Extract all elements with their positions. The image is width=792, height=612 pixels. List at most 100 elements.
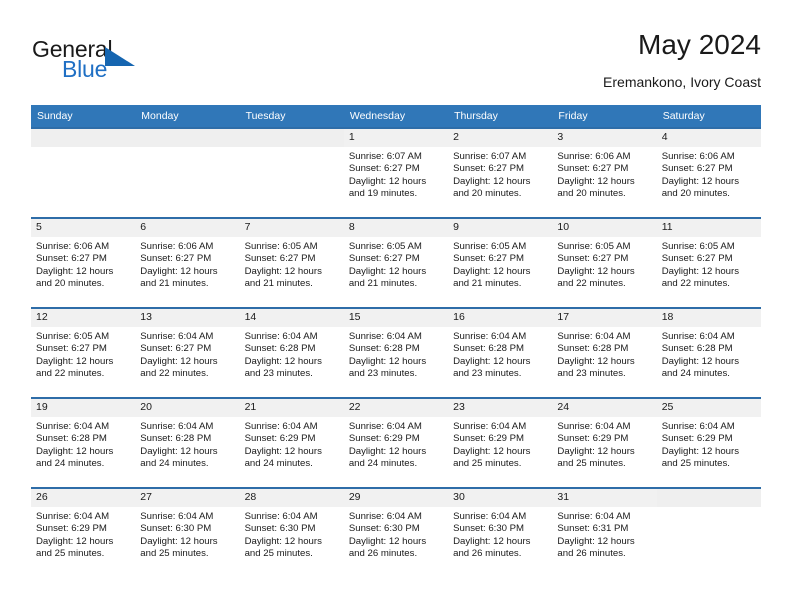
sunset-text: Sunset: 6:27 PM: [453, 163, 525, 175]
sunset-text: Sunset: 6:29 PM: [661, 433, 733, 445]
sunset-text: Sunset: 6:31 PM: [557, 523, 629, 535]
weekday-header-wednesday: Wednesday: [343, 105, 449, 128]
calendar-day-cell[interactable]: 13 Sunrise: 6:04 AM Sunset: 6:27 PM Dayligh…: [135, 307, 240, 398]
daylight-text-line1: Daylight: 12 hours: [348, 175, 427, 187]
daylight-text-line2: and 23 minutes.: [453, 368, 522, 380]
sunset-text: Sunset: 6:29 PM: [557, 433, 629, 445]
calendar-week-row: 19 Sunrise: 6:04 AM Sunset: 6:28 PM Dayligh…: [31, 397, 761, 488]
sunrise-text: Sunrise: 6:04 AM: [140, 421, 214, 432]
calendar-day-cell[interactable]: 28 Sunrise: 6:04 AM Sunset: 6:30 PM Dayligh…: [239, 487, 344, 577]
daylight-text-line2: and 23 minutes.: [244, 368, 313, 380]
weekday-header-thursday: Thursday: [448, 105, 553, 128]
day-number: 20: [135, 399, 240, 417]
daylight-text-line2: and 25 minutes.: [140, 548, 209, 560]
calendar-day-cell[interactable]: 19 Sunrise: 6:04 AM Sunset: 6:28 PM Dayligh…: [31, 397, 136, 488]
calendar-day-cell[interactable]: 29 Sunrise: 6:04 AM Sunset: 6:30 PM Dayligh…: [343, 487, 449, 577]
calendar-day-cell[interactable]: 21 Sunrise: 6:04 AM Sunset: 6:29 PM Dayligh…: [239, 397, 344, 488]
daylight-text-line2: and 23 minutes.: [348, 368, 418, 380]
calendar-day-cell[interactable]: 9 Sunrise: 6:05 AM Sunset: 6:27 PM Daylight…: [448, 217, 553, 308]
calendar-day-cell[interactable]: 1 Sunrise: 6:07 AM Sunset: 6:27 PM Daylight…: [343, 127, 449, 218]
day-details: Sunrise: 6:04 AM Sunset: 6:29 PM Daylight:…: [344, 417, 448, 471]
weekday-header-sunday: Sunday: [31, 105, 136, 128]
calendar-week-row: 12 Sunrise: 6:05 AM Sunset: 6:27 PM Dayligh…: [31, 307, 761, 398]
day-details: Sunrise: 6:04 AM Sunset: 6:29 PM Daylight:…: [657, 417, 761, 471]
sunset-text: Sunset: 6:27 PM: [348, 163, 420, 175]
calendar-day-cell[interactable]: 8 Sunrise: 6:05 AM Sunset: 6:27 PM Daylight…: [343, 217, 449, 308]
day-details: Sunrise: 6:04 AM Sunset: 6:28 PM Daylight:…: [31, 417, 135, 471]
day-details: Sunrise: 6:05 AM Sunset: 6:27 PM Daylight:…: [552, 237, 656, 291]
daylight-text-line1: Daylight: 12 hours: [36, 265, 114, 277]
calendar-grid: Sunday Monday Tuesday Wednesday Thursday…: [31, 105, 761, 577]
calendar-day-cell[interactable]: 22 Sunrise: 6:04 AM Sunset: 6:29 PM Dayligh…: [343, 397, 449, 488]
daylight-text-line2: and 24 minutes.: [140, 458, 209, 470]
calendar-day-cell[interactable]: 6 Sunrise: 6:06 AM Sunset: 6:27 PM Daylight…: [135, 217, 240, 308]
brand-logo[interactable]: General Blue: [31, 36, 231, 92]
calendar-day-cell[interactable]: 30 Sunrise: 6:04 AM Sunset: 6:30 PM Dayligh…: [448, 487, 553, 577]
sunset-text: Sunset: 6:28 PM: [661, 343, 733, 355]
calendar-table: Sunday Monday Tuesday Wednesday Thursday…: [31, 105, 761, 577]
daylight-text-line2: and 22 minutes.: [661, 278, 730, 290]
calendar-day-cell[interactable]: 11 Sunrise: 6:05 AM Sunset: 6:27 PM Dayligh…: [656, 217, 761, 308]
calendar-day-cell[interactable]: 18 Sunrise: 6:04 AM Sunset: 6:28 PM Dayligh…: [656, 307, 761, 398]
sunset-text: Sunset: 6:28 PM: [453, 343, 525, 355]
brand-triangle-icon: [105, 47, 135, 66]
calendar-day-cell[interactable]: 15 Sunrise: 6:04 AM Sunset: 6:28 PM Dayligh…: [343, 307, 449, 398]
day-details: Sunrise: 6:05 AM Sunset: 6:27 PM Daylight:…: [344, 237, 448, 291]
calendar-day-cell[interactable]: 24 Sunrise: 6:04 AM Sunset: 6:29 PM Dayligh…: [552, 397, 657, 488]
calendar-day-cell[interactable]: 5 Sunrise: 6:06 AM Sunset: 6:27 PM Daylight…: [31, 217, 136, 308]
sunrise-text: Sunrise: 6:06 AM: [661, 151, 735, 162]
calendar-day-cell[interactable]: 4 Sunrise: 6:06 AM Sunset: 6:27 PM Daylight…: [656, 127, 761, 218]
daylight-text-line1: Daylight: 12 hours: [348, 265, 427, 277]
calendar-day-cell[interactable]: 27 Sunrise: 6:04 AM Sunset: 6:30 PM Dayligh…: [135, 487, 240, 577]
sunset-text: Sunset: 6:29 PM: [36, 523, 107, 535]
calendar-day-cell[interactable]: 16 Sunrise: 6:04 AM Sunset: 6:28 PM Dayligh…: [448, 307, 553, 398]
day-details: Sunrise: 6:06 AM Sunset: 6:27 PM Daylight:…: [135, 237, 239, 291]
calendar-day-cell[interactable]: 17 Sunrise: 6:04 AM Sunset: 6:28 PM Dayligh…: [552, 307, 657, 398]
day-number: 10: [552, 219, 657, 237]
daylight-text-line1: Daylight: 12 hours: [244, 355, 322, 367]
sunset-text: Sunset: 6:29 PM: [244, 433, 316, 445]
sunrise-text: Sunrise: 6:04 AM: [661, 421, 735, 432]
calendar-cell-empty: [656, 487, 761, 577]
sunset-text: Sunset: 6:27 PM: [557, 253, 629, 265]
calendar-day-cell[interactable]: 23 Sunrise: 6:04 AM Sunset: 6:29 PM Dayligh…: [448, 397, 553, 488]
sunset-text: Sunset: 6:27 PM: [661, 253, 733, 265]
sunrise-text: Sunrise: 6:05 AM: [661, 241, 735, 252]
calendar-day-cell[interactable]: 31 Sunrise: 6:04 AM Sunset: 6:31 PM Dayligh…: [552, 487, 657, 577]
day-details: Sunrise: 6:05 AM Sunset: 6:27 PM Daylight:…: [31, 327, 135, 381]
sunrise-text: Sunrise: 6:04 AM: [244, 421, 318, 432]
calendar-day-cell[interactable]: 2 Sunrise: 6:07 AM Sunset: 6:27 PM Daylight…: [448, 127, 553, 218]
daylight-text-line2: and 25 minutes.: [557, 458, 626, 470]
sunrise-text: Sunrise: 6:04 AM: [348, 511, 422, 522]
day-details: Sunrise: 6:04 AM Sunset: 6:29 PM Daylight:…: [448, 417, 552, 471]
calendar-week-row: 26 Sunrise: 6:04 AM Sunset: 6:29 PM Dayligh…: [31, 487, 761, 577]
day-number: 23: [448, 399, 553, 417]
sunrise-text: Sunrise: 6:04 AM: [557, 331, 631, 342]
day-number: 7: [239, 219, 344, 237]
calendar-day-cell[interactable]: 10 Sunrise: 6:05 AM Sunset: 6:27 PM Dayligh…: [552, 217, 657, 308]
calendar-day-cell[interactable]: 25 Sunrise: 6:04 AM Sunset: 6:29 PM Dayligh…: [656, 397, 761, 488]
daylight-text-line2: and 22 minutes.: [36, 368, 105, 380]
day-details: Sunrise: 6:04 AM Sunset: 6:30 PM Daylight:…: [135, 507, 239, 561]
calendar-day-cell[interactable]: 14 Sunrise: 6:04 AM Sunset: 6:28 PM Dayligh…: [239, 307, 344, 398]
sunset-text: Sunset: 6:28 PM: [244, 343, 316, 355]
daylight-text-line1: Daylight: 12 hours: [557, 175, 635, 187]
calendar-day-cell[interactable]: 3 Sunrise: 6:06 AM Sunset: 6:27 PM Daylight…: [552, 127, 657, 218]
sunset-text: Sunset: 6:27 PM: [36, 253, 107, 265]
day-number: 2: [448, 129, 553, 147]
calendar-day-cell[interactable]: 7 Sunrise: 6:05 AM Sunset: 6:27 PM Daylight…: [239, 217, 344, 308]
day-number: 21: [239, 399, 344, 417]
daylight-text-line2: and 22 minutes.: [557, 278, 626, 290]
calendar-day-cell[interactable]: 26 Sunrise: 6:04 AM Sunset: 6:29 PM Dayligh…: [31, 487, 136, 577]
calendar-day-cell[interactable]: 20 Sunrise: 6:04 AM Sunset: 6:28 PM Dayligh…: [135, 397, 240, 488]
sunrise-text: Sunrise: 6:04 AM: [244, 511, 318, 522]
day-number: 14: [239, 309, 344, 327]
day-number: 24: [552, 399, 657, 417]
day-details: Sunrise: 6:05 AM Sunset: 6:27 PM Daylight:…: [448, 237, 552, 291]
sunset-text: Sunset: 6:27 PM: [557, 163, 629, 175]
sunset-text: Sunset: 6:30 PM: [140, 523, 212, 535]
sunset-text: Sunset: 6:27 PM: [140, 343, 212, 355]
sunset-text: Sunset: 6:28 PM: [348, 343, 420, 355]
day-number: 13: [135, 309, 240, 327]
calendar-day-cell[interactable]: 12 Sunrise: 6:05 AM Sunset: 6:27 PM Dayligh…: [31, 307, 136, 398]
